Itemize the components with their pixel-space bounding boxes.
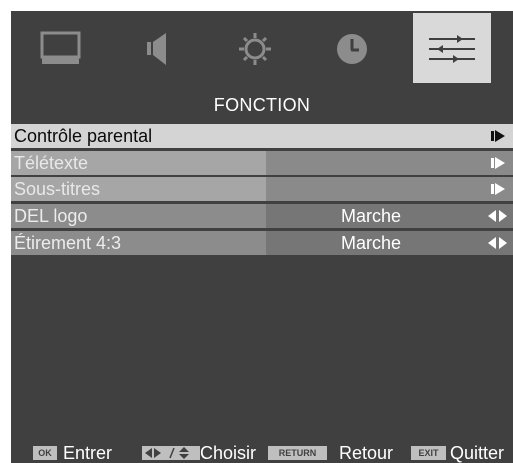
gear-icon bbox=[239, 33, 271, 65]
menu-item-subtitles[interactable]: Sous-titres bbox=[11, 177, 513, 201]
right-arrow-icon bbox=[491, 157, 505, 169]
menu-item-label: DEL logo bbox=[11, 204, 266, 228]
tab-timer[interactable] bbox=[313, 13, 391, 83]
menu-item-label: Sous-titres bbox=[11, 177, 266, 201]
return-key-badge: RETURN bbox=[268, 446, 327, 460]
menu-item-value[interactable]: Marche bbox=[266, 204, 476, 228]
menu-item-label: Étirement 4:3 bbox=[11, 231, 266, 255]
picture-icon bbox=[40, 31, 81, 64]
navigation-arrows-icon bbox=[145, 447, 189, 459]
menu-item-stretch-4-3[interactable]: Étirement 4:3 Marche bbox=[11, 231, 513, 255]
enter-hint: Entrer bbox=[63, 443, 113, 463]
tab-function[interactable] bbox=[413, 13, 491, 83]
help-bar: OK Entrer Choisir RETURN Retour EXIT Qui… bbox=[11, 441, 513, 463]
right-arrow-icon bbox=[491, 183, 505, 195]
speaker-icon bbox=[147, 33, 166, 65]
return-hint: Retour bbox=[339, 443, 394, 463]
menu-item-label: Télétexte bbox=[11, 151, 266, 175]
menu-item-label: Contrôle parental bbox=[14, 126, 153, 146]
tab-picture[interactable] bbox=[20, 13, 98, 83]
choose-hint: Choisir bbox=[200, 443, 257, 463]
clock-icon bbox=[337, 34, 367, 64]
tab-sound[interactable] bbox=[117, 13, 195, 83]
sliders-icon bbox=[429, 35, 475, 63]
menu-item-value[interactable]: Marche bbox=[266, 231, 476, 255]
menu-item-value-area bbox=[266, 151, 513, 175]
section-title: FONCTION bbox=[213, 95, 311, 115]
left-right-arrow-icon[interactable] bbox=[487, 210, 509, 222]
left-right-arrow-icon[interactable] bbox=[487, 237, 509, 249]
osd-menu: FONCTION Contrôle parental Télétexte Sou… bbox=[11, 11, 513, 463]
tab-settings[interactable] bbox=[216, 13, 294, 83]
menu-item-parental-control[interactable]: Contrôle parental bbox=[11, 124, 513, 148]
navigation-key-badge bbox=[142, 446, 200, 460]
exit-key-badge: EXIT bbox=[411, 446, 446, 460]
right-arrow-icon bbox=[491, 130, 505, 142]
menu-item-value-area bbox=[266, 177, 513, 201]
menu-item-teletext[interactable]: Télétexte bbox=[11, 151, 513, 175]
ok-key-badge: OK bbox=[33, 446, 57, 460]
exit-hint: Quitter bbox=[450, 443, 505, 463]
menu-item-led-logo[interactable]: DEL logo Marche bbox=[11, 204, 513, 228]
